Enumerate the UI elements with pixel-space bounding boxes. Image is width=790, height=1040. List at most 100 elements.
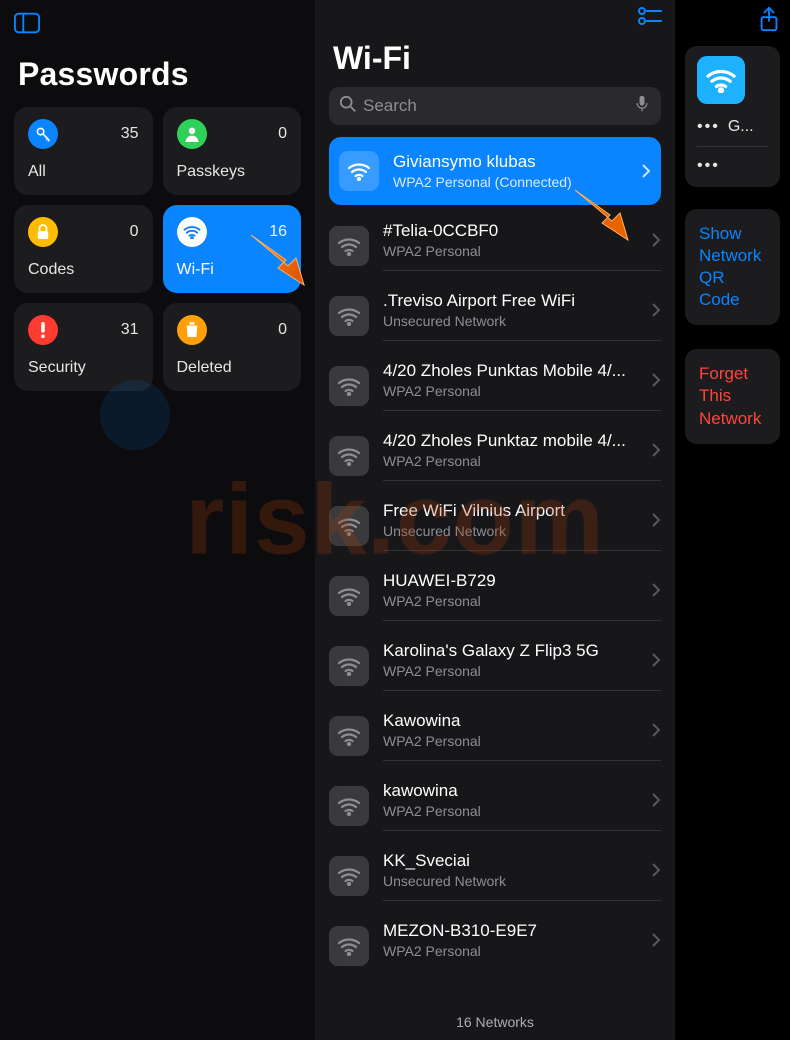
search-field[interactable] bbox=[329, 87, 661, 125]
sidebar-item-security[interactable]: 31 Security bbox=[14, 303, 153, 391]
alert-icon bbox=[28, 315, 58, 345]
detail-network-name-row[interactable]: ••• G... bbox=[697, 118, 768, 136]
list-footer: 16 Networks bbox=[315, 1000, 675, 1040]
network-name: Kawowina bbox=[383, 711, 645, 731]
network-subtitle: WPA2 Personal bbox=[383, 733, 645, 749]
category-label: Passkeys bbox=[177, 163, 288, 181]
network-name: MEZON-B310-E9E7 bbox=[383, 921, 645, 941]
sidebar-item-all[interactable]: 35All bbox=[14, 107, 153, 195]
category-label: Codes bbox=[28, 261, 139, 279]
chevron-right-icon bbox=[651, 932, 661, 948]
network-name: Free WiFi Vilnius Airport bbox=[383, 501, 645, 521]
network-subtitle: Unsecured Network bbox=[383, 873, 645, 889]
chevron-right-icon bbox=[651, 722, 661, 738]
network-name: .Treviso Airport Free WiFi bbox=[383, 291, 645, 311]
wifi-icon bbox=[329, 576, 369, 616]
category-label: Security bbox=[28, 359, 139, 377]
main-title: Wi-Fi bbox=[333, 40, 675, 77]
wifi-icon bbox=[177, 217, 207, 247]
chevron-right-icon bbox=[641, 163, 651, 179]
chevron-right-icon bbox=[651, 232, 661, 248]
sidebar-item-wifi[interactable]: 16 Wi-Fi bbox=[163, 205, 302, 293]
detail-info-card: ••• G... ••• bbox=[685, 46, 780, 187]
network-row[interactable]: 4/20 Zholes Punktas Mobile 4/... WPA2 Per… bbox=[329, 351, 661, 421]
dots-icon: ••• bbox=[697, 157, 720, 175]
network-name: 4/20 Zholes Punktaz mobile 4/... bbox=[383, 431, 645, 451]
network-name: 4/20 Zholes Punktas Mobile 4/... bbox=[383, 361, 645, 381]
network-name: #Telia-0CCBF0 bbox=[383, 221, 645, 241]
search-icon bbox=[339, 95, 357, 118]
network-subtitle: Unsecured Network bbox=[383, 313, 645, 329]
wifi-icon bbox=[339, 151, 379, 191]
person-icon bbox=[177, 119, 207, 149]
dots-icon: ••• bbox=[697, 118, 720, 136]
wifi-icon bbox=[329, 366, 369, 406]
category-count: 16 bbox=[269, 223, 287, 241]
chevron-right-icon bbox=[651, 442, 661, 458]
category-count: 0 bbox=[130, 223, 139, 241]
network-name: kawowina bbox=[383, 781, 645, 801]
network-subtitle: WPA2 Personal bbox=[383, 663, 645, 679]
wifi-icon bbox=[329, 926, 369, 966]
chevron-right-icon bbox=[651, 372, 661, 388]
category-count: 35 bbox=[121, 125, 139, 143]
detail-password-row[interactable]: ••• bbox=[697, 146, 768, 175]
network-row[interactable]: kawowina WPA2 Personal bbox=[329, 771, 661, 841]
network-row[interactable]: KK_SveciaiUnsecured Network bbox=[329, 841, 661, 911]
network-name: Karolina's Galaxy Z Flip3 5G bbox=[383, 641, 645, 661]
category-count: 31 bbox=[121, 321, 139, 339]
detail-network-name: G... bbox=[728, 118, 754, 136]
sidebar: Passwords 35All 0 Passkeys 0 Codes 16 Wi-Fi 31 S… bbox=[0, 0, 315, 1040]
key-icon bbox=[28, 119, 58, 149]
chevron-right-icon bbox=[651, 512, 661, 528]
network-row[interactable]: #Telia-0CCBF0 WPA2 Personal bbox=[329, 211, 661, 281]
main-column: Wi-Fi Giviansymo klubas WPA2 Personal (Co… bbox=[315, 0, 675, 1040]
mic-icon[interactable] bbox=[633, 95, 651, 118]
network-name: Giviansymo klubas bbox=[393, 152, 635, 172]
wifi-icon bbox=[329, 296, 369, 336]
network-row[interactable]: Giviansymo klubas WPA2 Personal (Connecte… bbox=[329, 137, 661, 205]
wifi-icon bbox=[329, 786, 369, 826]
category-count: 0 bbox=[278, 321, 287, 339]
network-subtitle: Unsecured Network bbox=[383, 523, 645, 539]
network-row[interactable]: 4/20 Zholes Punktaz mobile 4/... WPA2 Per… bbox=[329, 421, 661, 491]
lock-icon bbox=[28, 217, 58, 247]
wifi-icon bbox=[329, 716, 369, 756]
wifi-icon bbox=[329, 506, 369, 546]
wifi-large-icon bbox=[697, 56, 745, 104]
network-subtitle: WPA2 Personal bbox=[383, 243, 645, 259]
category-label: Deleted bbox=[177, 359, 288, 377]
network-subtitle: WPA2 Personal bbox=[383, 593, 645, 609]
sidebar-item-deleted[interactable]: 0 Deleted bbox=[163, 303, 302, 391]
category-label: Wi-Fi bbox=[177, 261, 288, 279]
chevron-right-icon bbox=[651, 582, 661, 598]
network-row[interactable]: Karolina's Galaxy Z Flip3 5G WPA2 Persona… bbox=[329, 631, 661, 701]
network-subtitle: WPA2 Personal bbox=[383, 803, 645, 819]
sidebar-toggle-icon[interactable] bbox=[14, 12, 40, 39]
network-row[interactable]: .Treviso Airport Free WiFi Unsecured Netw… bbox=[329, 281, 661, 351]
chevron-right-icon bbox=[651, 792, 661, 808]
detail-column: ••• G... ••• Show Network QR Code Forget… bbox=[675, 0, 790, 1040]
category-count: 0 bbox=[278, 125, 287, 143]
wifi-icon bbox=[329, 856, 369, 896]
sidebar-item-passkeys[interactable]: 0 Passkeys bbox=[163, 107, 302, 195]
network-row[interactable]: MEZON-B310-E9E7WPA2 Personal bbox=[329, 911, 661, 980]
forget-network-button[interactable]: Forget This Network bbox=[685, 349, 780, 443]
network-subtitle: WPA2 Personal bbox=[383, 453, 645, 469]
wifi-icon bbox=[329, 646, 369, 686]
search-input[interactable] bbox=[363, 96, 627, 116]
wifi-icon bbox=[329, 226, 369, 266]
chevron-right-icon bbox=[651, 652, 661, 668]
network-row[interactable]: Free WiFi Vilnius Airport Unsecured Netwo… bbox=[329, 491, 661, 561]
sidebar-item-codes[interactable]: 0 Codes bbox=[14, 205, 153, 293]
network-subtitle: WPA2 Personal (Connected) bbox=[393, 174, 635, 190]
filter-icon[interactable] bbox=[637, 6, 663, 31]
show-qr-button[interactable]: Show Network QR Code bbox=[685, 209, 780, 325]
network-name: HUAWEI-B729 bbox=[383, 571, 645, 591]
share-icon[interactable] bbox=[758, 6, 780, 37]
network-row[interactable]: Kawowina WPA2 Personal bbox=[329, 701, 661, 771]
network-subtitle: WPA2 Personal bbox=[383, 383, 645, 399]
network-row[interactable]: HUAWEI-B729 WPA2 Personal bbox=[329, 561, 661, 631]
sidebar-title: Passwords bbox=[18, 56, 301, 93]
trash-icon bbox=[177, 315, 207, 345]
